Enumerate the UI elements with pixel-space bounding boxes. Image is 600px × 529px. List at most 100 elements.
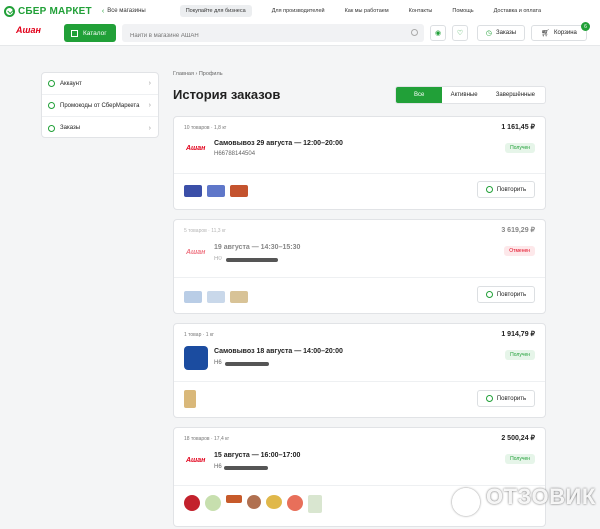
chevron-right-icon: › <box>148 80 151 87</box>
order-card[interactable]: 1 товар · 1 кг 1 914,79 ₽ Самовывоз 18 а… <box>173 323 546 418</box>
sidebar-item-label: Заказы <box>60 125 81 131</box>
link-contacts[interactable]: Контакты <box>409 8 433 14</box>
order-card[interactable]: 18 товаров · 17,4 кг 2 500,24 ₽ Ашан 15 … <box>173 427 546 527</box>
repeat-order-button[interactable]: Повторить <box>477 286 535 303</box>
catalog-label: Каталог <box>83 29 107 37</box>
order-number: Н6 <box>214 464 222 470</box>
order-title: Самовывоз 29 августа — 12:00–20:00 <box>214 140 343 147</box>
product-thumb[interactable] <box>184 185 202 197</box>
logo-text: СБЕР МАРКЕТ <box>18 5 92 17</box>
sidebar-item-orders[interactable]: Заказы › <box>42 117 158 139</box>
chevron-left-icon: ‹ <box>101 7 105 15</box>
sidebar-item-account[interactable]: Аккаунт › <box>42 73 158 95</box>
tab-active[interactable]: Активные <box>442 87 485 103</box>
product-thumbs <box>184 390 201 408</box>
profile-sidebar: Аккаунт › Промокоды от СберМаркета › Зак… <box>41 72 159 138</box>
cart-button[interactable]: 🛒︎ Корзина 6 <box>531 22 590 41</box>
heart-icon: ♡ <box>456 30 464 37</box>
account-icon <box>48 80 55 87</box>
grid-icon <box>71 29 78 37</box>
sidebar-item-label: Промокоды от СберМаркета <box>60 102 140 109</box>
auchan-store-logo[interactable]: Ашан <box>16 25 41 35</box>
repeat-label: Повторить <box>496 291 527 298</box>
link-producers[interactable]: Для производителей <box>272 8 325 14</box>
orders-label: Заказы <box>496 30 517 36</box>
business-button[interactable]: Покупайте для бизнеса <box>179 5 252 17</box>
sidebar-item-label: Аккаунт <box>60 80 82 87</box>
product-thumb[interactable] <box>230 185 248 197</box>
product-thumb[interactable] <box>308 495 322 513</box>
breadcrumb[interactable]: Главная › Профиль <box>173 71 223 77</box>
chevron-right-icon: › <box>148 102 151 109</box>
all-stores-link[interactable]: ‹ Все магазины <box>102 8 146 15</box>
repeat-icon <box>485 186 493 193</box>
product-thumb[interactable] <box>207 185 225 197</box>
status-badge: Получен <box>505 350 535 360</box>
search-row: Ашан Каталог ◉ ♡ ◷ Заказы 🛒︎ Корзина 6 <box>0 22 600 46</box>
redaction-mark <box>224 466 268 470</box>
product-thumbs <box>184 495 327 513</box>
redaction-mark <box>226 258 278 262</box>
order-number: Н0 <box>214 256 222 262</box>
status-badge: Получен <box>505 454 535 464</box>
tab-completed[interactable]: Завершённые <box>486 87 545 103</box>
order-price: 3 619,29 ₽ <box>501 227 535 234</box>
product-thumb[interactable] <box>230 291 248 303</box>
auchan-logo: Ашан <box>186 457 206 464</box>
orders-icon <box>48 124 55 132</box>
sbermarket-logo[interactable]: СБЕР МАРКЕТ <box>4 5 92 17</box>
product-thumbs <box>184 185 253 197</box>
cart-count-badge: 6 <box>581 22 590 31</box>
order-card[interactable]: 5 товаров · 11,3 кг 3 619,29 ₽ Ашан 19 а… <box>173 219 546 314</box>
profile-button[interactable]: ◉ <box>430 25 446 41</box>
order-card[interactable]: 10 товаров · 1,8 кг 1 161,45 ₽ Ашан Само… <box>173 116 546 210</box>
product-thumb[interactable] <box>205 495 221 511</box>
order-price: 1 161,45 ₽ <box>501 124 535 131</box>
product-thumb[interactable] <box>184 291 202 303</box>
repeat-label: Повторить <box>496 186 527 193</box>
promo-icon <box>48 102 55 109</box>
watermark-logo-icon <box>452 488 480 516</box>
product-thumb[interactable] <box>266 495 282 509</box>
link-help[interactable]: Помощь <box>452 8 473 14</box>
product-thumb[interactable] <box>184 390 196 408</box>
cart-label: Корзина <box>554 30 577 36</box>
store-logo-icon <box>184 346 208 370</box>
user-icon: ◉ <box>434 30 442 37</box>
order-meta: 10 товаров · 1,8 кг <box>184 125 227 131</box>
repeat-order-button[interactable]: Повторить <box>477 390 535 407</box>
order-title: 19 августа — 14:30–15:30 <box>214 244 301 251</box>
sber-logo-icon <box>4 5 15 17</box>
order-price: 2 500,24 ₽ <box>501 435 535 442</box>
order-title: 15 августа — 16:00–17:00 <box>214 452 301 459</box>
product-thumb[interactable] <box>184 495 200 511</box>
auchan-logo: Ашан <box>186 145 206 152</box>
favorites-button[interactable]: ♡ <box>452 25 468 41</box>
sidebar-item-promocodes[interactable]: Промокоды от СберМаркета › <box>42 95 158 117</box>
cart-icon: 🛒︎ <box>541 30 551 37</box>
repeat-order-button[interactable]: Повторить <box>477 181 535 198</box>
clock-icon: ◷ <box>485 30 493 37</box>
search-input[interactable] <box>122 27 402 45</box>
orders-button[interactable]: ◷ Заказы <box>477 25 525 41</box>
divider <box>174 381 545 382</box>
product-thumb[interactable] <box>226 495 242 503</box>
search-icon[interactable] <box>411 29 418 36</box>
link-delivery[interactable]: Доставка и оплата <box>494 8 541 14</box>
chevron-right-icon: › <box>148 124 151 132</box>
order-meta: 1 товар · 1 кг <box>184 332 214 338</box>
catalog-button[interactable]: Каталог <box>64 24 116 42</box>
top-bar: СБЕР МАРКЕТ ‹ Все магазины Покупайте для… <box>0 0 600 22</box>
link-how-we-work[interactable]: Как мы работаем <box>345 8 389 14</box>
auchan-logo: Ашан <box>186 249 206 256</box>
order-price: 1 914,79 ₽ <box>501 331 535 338</box>
all-stores-label: Все магазины <box>107 8 146 14</box>
tab-all[interactable]: Все <box>396 87 443 103</box>
product-thumb[interactable] <box>207 291 225 303</box>
order-number: Н6 <box>214 360 222 366</box>
redaction-mark <box>225 362 269 366</box>
product-thumb[interactable] <box>287 495 303 511</box>
page-title: История заказов <box>173 87 281 102</box>
search-box <box>122 24 424 45</box>
product-thumb[interactable] <box>247 495 261 509</box>
